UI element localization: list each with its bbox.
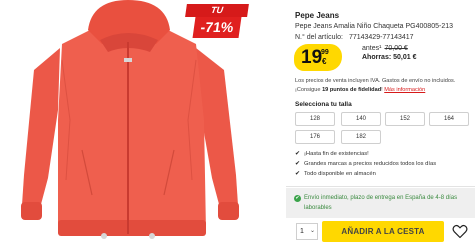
heart-icon[interactable]	[452, 224, 468, 239]
savings-text: Ahorras: 50,01 €	[362, 54, 417, 61]
feature-text: Grandes marcas a precios reducidos todos…	[304, 161, 437, 167]
article-number-value: 77143429-77143417	[348, 34, 414, 41]
feature-text: ¡Hasta fin de existencias!	[304, 151, 369, 157]
original-price-row: antes¹ 70,00 €	[362, 45, 408, 52]
price-cents: 99	[321, 49, 329, 56]
delivery-text: Envío inmediato, plazo de entrega en Esp…	[304, 195, 458, 211]
discount-badge-value: -71%	[192, 17, 242, 38]
loyalty-points: 19 puntos de fidelidad	[322, 87, 382, 93]
quantity-select[interactable]: 1 ⌄	[296, 223, 318, 240]
product-image[interactable]: TU DESCUENTO -71%	[0, 0, 268, 248]
delivery-info: ✔ Envío inmediato, plazo de entrega en E…	[286, 188, 475, 218]
price-currency: €	[322, 57, 327, 66]
loyalty-note: ¡Consigue 19 puntos de fidelidad! Más in…	[295, 87, 425, 93]
size-option-128[interactable]: 128	[295, 112, 335, 126]
feature-item: ✔ Grandes marcas a precios reducidos todo…	[295, 160, 436, 167]
original-price-value: 70,00 €	[384, 45, 408, 52]
check-icon: ✔	[295, 151, 301, 157]
check-circle-icon: ✔	[294, 195, 301, 202]
quantity-value: 1	[300, 228, 304, 235]
tax-note: Los precios de venta incluyen IVA. Gasto…	[295, 78, 456, 84]
feature-item: ✔ Todo disponible en almacén	[295, 170, 376, 177]
product-brand[interactable]: Pepe Jeans	[295, 11, 339, 20]
loyalty-prefix: ¡Consigue	[295, 87, 323, 93]
chevron-down-icon: ⌄	[309, 228, 315, 234]
product-name: Pepe Jeans Amalia Niño Chaqueta PG400805…	[295, 23, 453, 30]
section-divider	[286, 186, 475, 187]
check-icon: ✔	[295, 171, 301, 177]
size-option-176[interactable]: 176	[295, 130, 335, 144]
more-info-link[interactable]: Más información	[384, 87, 425, 93]
discount-badge-title: TU DESCUENTO	[185, 4, 249, 28]
price-integer: 19	[301, 47, 323, 68]
article-number-row: N.° del artículo: 77143429-77143417	[295, 34, 414, 41]
feature-item: ✔ ¡Hasta fin de existencias!	[295, 150, 369, 157]
size-option-152[interactable]: 152	[385, 112, 425, 126]
feature-text: Todo disponible en almacén	[304, 171, 376, 177]
discount-badge: TU DESCUENTO -71%	[185, 2, 249, 38]
original-price-label: antes¹	[362, 45, 382, 52]
size-option-164[interactable]: 164	[429, 112, 469, 126]
add-to-cart-button[interactable]: AÑADIR A LA CESTA	[322, 221, 444, 242]
check-icon: ✔	[295, 161, 301, 167]
size-option-140[interactable]: 140	[341, 112, 381, 126]
article-number-label: N.° del artículo:	[295, 34, 343, 41]
size-selector-title: Selecciona tu talla	[295, 101, 352, 108]
size-option-182[interactable]: 182	[341, 130, 381, 144]
